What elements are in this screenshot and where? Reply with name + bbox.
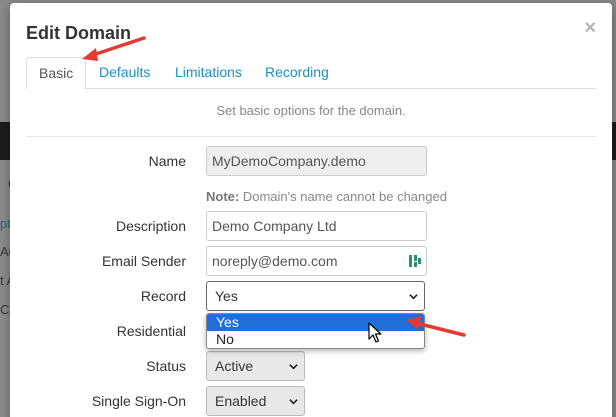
tab-limitations[interactable]: Limitations [163,57,254,89]
divider [26,136,596,137]
name-field: MyDemoCompany.demo [206,146,427,176]
email-sender-label: Email Sender [101,253,186,269]
record-select[interactable]: Yes [206,281,425,311]
sso-select-value: Enabled [215,393,267,409]
tab-description: Set basic options for the domain. [216,103,406,118]
description-label: Description [115,218,186,234]
description-field[interactable]: Demo Company Ltd [206,211,427,241]
note-bold: Note: [206,189,240,204]
record-option-yes[interactable]: Yes [207,314,424,331]
name-label: Name [148,153,186,169]
chevron-down-icon [409,294,418,300]
email-sender-value: noreply@demo.com [212,253,338,269]
sso-select[interactable]: Enabled [206,386,305,416]
note-text: Domain's name cannot be changed [239,189,447,204]
chevron-down-icon [289,364,298,370]
close-button[interactable]: × [584,17,596,40]
tab-basic[interactable]: Basic [26,57,87,90]
status-label: Status [146,358,186,374]
sso-label: Single Sign-On [91,393,186,409]
status-select[interactable]: Active [206,351,305,381]
record-select-value: Yes [215,288,238,304]
residential-label: Residential [116,323,186,339]
modal-title: Edit Domain [26,23,132,43]
chevron-down-icon [289,399,298,405]
record-dropdown-list: Yes No [206,313,425,349]
record-label: Record [140,288,186,304]
status-select-value: Active [215,358,254,374]
edit-domain-modal: Edit Domain × Basic Defaults Limitations… [10,3,612,417]
tab-bar: Basic Defaults Limitations Recording [26,57,596,90]
email-sender-field[interactable]: noreply@demo.com [206,246,427,276]
name-note: Note: Domain's name cannot be changed [206,189,447,204]
tab-defaults[interactable]: Defaults [87,57,162,89]
tab-recording[interactable]: Recording [253,57,341,89]
password-manager-icon[interactable] [408,254,422,268]
record-option-no[interactable]: No [207,331,424,348]
